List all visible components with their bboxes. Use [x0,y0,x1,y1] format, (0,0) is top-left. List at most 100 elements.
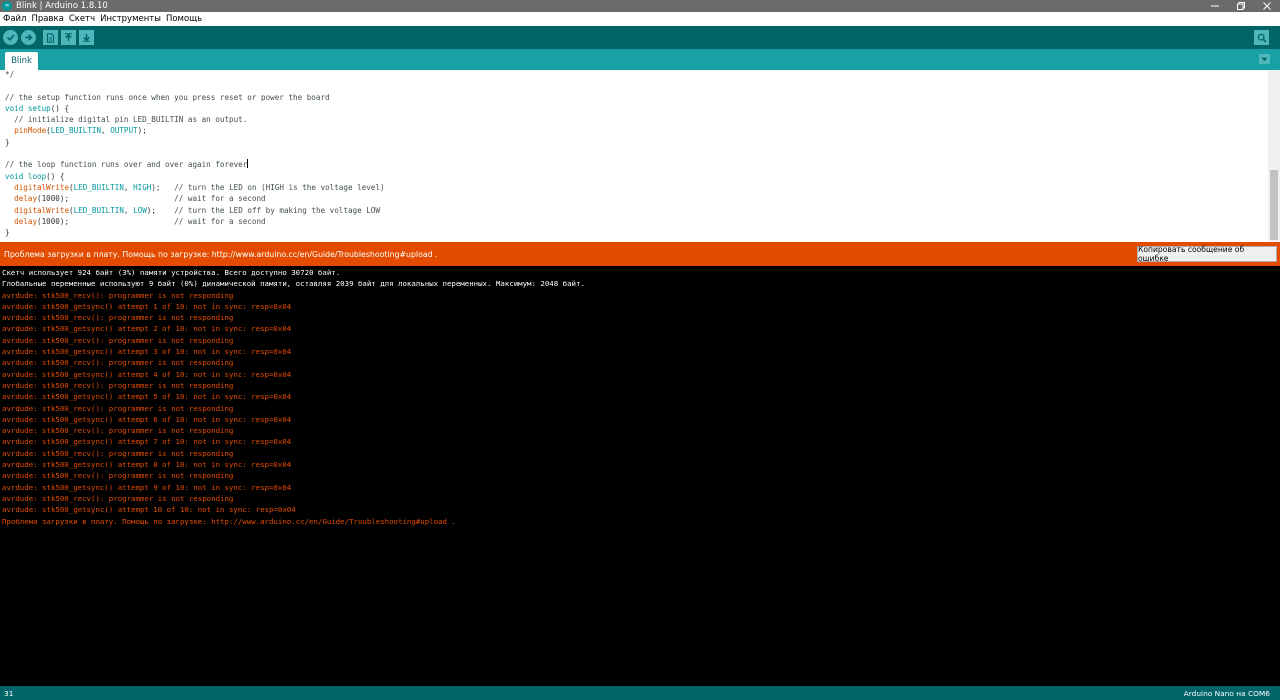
code-token: // the setup function runs once when you… [5,92,330,102]
arduino-logo-icon: ∞ [2,1,12,11]
code-line: } [5,227,385,238]
console-line: avrdude: stk500_getsync() attempt 4 of 1… [2,369,292,379]
menu-file[interactable]: Файл [0,14,28,24]
code-line: void setup() { [5,103,385,114]
code-token: // turn the LED on (HIGH is the voltage … [174,182,385,192]
code-token: , [123,182,134,192]
code-token: // turn the LED off by making the voltag… [174,205,380,215]
code-token: digitalWrite [14,205,70,215]
code-token: void [5,103,24,113]
window-title: Blink | Arduino 1.8.10 [16,1,108,11]
code-token: , [101,126,111,136]
copy-error-button[interactable]: Копировать сообщение об ошибке [1137,245,1277,263]
code-line: // initialize digital pin LED_BUILTIN as… [5,114,385,125]
title-bar: ∞ Blink | Arduino 1.8.10 [0,0,1280,12]
console-line: avrdude: stk500_recv(): programmer is no… [2,380,234,390]
open-file-icon[interactable] [61,30,76,45]
code-token: // wait for a second [174,194,266,204]
code-token: OUTPUT [110,126,138,136]
code-token: // the loop function runs over and over … [5,160,248,170]
code-line: pinMode(LED_BUILTIN, OUTPUT); [5,125,385,136]
restore-icon[interactable] [1228,0,1254,12]
close-icon[interactable] [1254,0,1280,12]
code-token: ); [151,182,175,192]
code-token: pinMode [14,126,47,136]
output-console[interactable]: Скетч использует 924 байт (3%) памяти ус… [0,266,1280,686]
line-number: 31 [4,689,14,698]
code-token: loop [27,171,47,181]
code-line: digitalWrite(LED_BUILTIN, LOW); // turn … [5,205,385,216]
code-token: } [5,228,10,238]
console-line: avrdude: stk500_getsync() attempt 6 of 1… [2,414,292,424]
console-line: avrdude: stk500_getsync() attempt 3 of 1… [2,347,292,357]
board-port-label: Arduino Nano на COM6 [1183,689,1270,698]
console-line: avrdude: stk500_getsync() attempt 2 of 1… [2,324,292,334]
serial-monitor-icon[interactable] [1254,30,1269,45]
error-bar: Проблема загрузки в плату. Помощь по заг… [0,242,1280,266]
code-token: // initialize digital pin LED_BUILTIN as… [5,115,248,125]
code-token: setup [27,103,51,113]
toolbar [0,26,1280,49]
error-message: Проблема загрузки в плату. Помощь по заг… [4,250,438,259]
menu-sketch[interactable]: Скетч [66,14,97,24]
code-token: digitalWrite [14,182,70,192]
code-token: ); [146,205,175,215]
console-line: avrdude: stk500_recv(): programmer is no… [2,335,234,345]
code-token: (1000); [37,216,175,226]
code-token: HIGH [133,182,152,192]
console-lines: Скетч использует 924 байт (3%) памяти ус… [0,266,1280,527]
menu-edit[interactable]: Правка [28,14,65,24]
console-line: avrdude: stk500_getsync() attempt 1 of 1… [2,301,292,311]
console-line: avrdude: stk500_recv(): programmer is no… [2,448,234,458]
console-line: Глобальные переменные используют 9 байт … [2,279,585,289]
code-line: // the loop function runs over and over … [5,159,385,170]
editor-scrollbar-thumb[interactable] [1270,170,1278,240]
code-line: // the setup function runs once when you… [5,92,385,103]
tab-menu-chevron-down-icon[interactable] [1259,54,1270,64]
code-line: delay(1000); // wait for a second [5,193,385,204]
menu-bar: Файл Правка Скетч Инструменты Помощь [0,12,1280,26]
menu-tools[interactable]: Инструменты [97,14,163,24]
console-line: avrdude: stk500_recv(): programmer is no… [2,358,234,368]
code-token: ); [137,126,147,136]
verify-icon[interactable] [3,30,18,45]
menu-help[interactable]: Помощь [163,14,204,24]
console-line: avrdude: stk500_recv(): programmer is no… [2,493,234,503]
code-token: () { [46,171,65,181]
console-line: Проблема загрузки в плату. Помощь по заг… [2,516,456,526]
console-line: Скетч использует 924 байт (3%) памяти ус… [2,268,341,277]
code-line: void loop() { [5,171,385,182]
code-token: LED_BUILTIN [73,182,124,192]
tab-blink[interactable]: Blink [5,52,38,70]
code-line: */ [5,70,385,80]
upload-arrow-icon[interactable] [21,30,36,45]
code-token: () { [50,103,70,113]
code-token: delay [14,216,38,226]
code-line: delay(1000); // wait for a second [5,216,385,227]
code-editor[interactable]: */ // the setup function runs once when y… [0,70,1268,242]
save-icon[interactable] [79,30,94,45]
code-token: , [123,205,134,215]
tab-bar: Blink [0,49,1280,70]
code-lines: */ // the setup function runs once when y… [5,70,385,238]
minimize-icon[interactable] [1202,0,1228,12]
code-token: LED_BUILTIN [73,205,124,215]
code-token: (1000); [37,194,175,204]
editor-scrollbar[interactable] [1268,70,1280,242]
code-token: LOW [133,205,147,215]
code-line: } [5,137,385,148]
code-token: */ [5,70,15,79]
code-token: LED_BUILTIN [50,126,102,136]
code-token: void [5,171,24,181]
code-token: } [5,137,10,147]
console-line: avrdude: stk500_recv(): programmer is no… [2,471,234,481]
new-file-icon[interactable] [43,30,58,45]
console-line: avrdude: stk500_getsync() attempt 7 of 1… [2,437,292,447]
